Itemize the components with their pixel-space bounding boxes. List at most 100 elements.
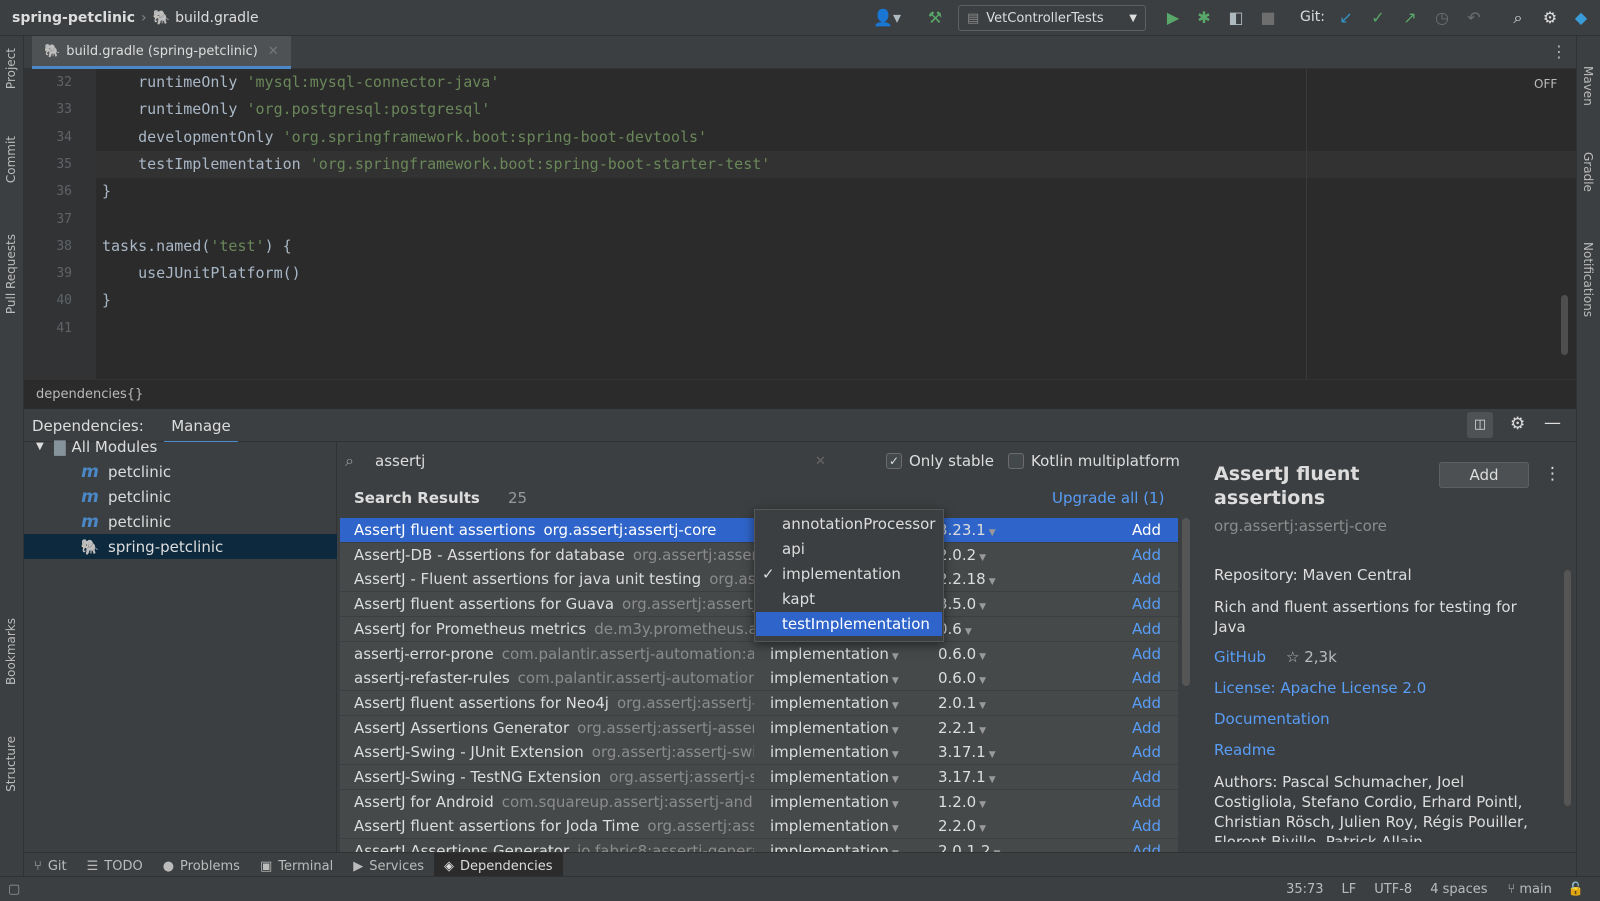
add-dependency-button[interactable]: Add [1132,669,1161,687]
configuration-select[interactable]: implementation▼ [770,768,899,786]
tree-item-module[interactable]: m petclinic [24,484,337,509]
version-select[interactable]: 3.5.0 ▼ [938,595,986,613]
add-dependency-button[interactable]: Add [1132,694,1161,712]
gear-icon[interactable]: ⚙ [1540,8,1560,28]
version-select[interactable]: 2.2.0 ▼ [938,817,986,835]
readme-link[interactable]: Readme [1214,741,1276,759]
result-row[interactable]: assertj-refaster-rules com.palantir.asser… [340,666,1178,692]
results-scrollbar[interactable] [1182,518,1190,686]
configuration-select[interactable]: implementation▼ [770,793,899,811]
debug-icon[interactable]: ✱ [1194,8,1214,28]
close-icon[interactable]: ✕ [268,44,279,59]
indent-setting[interactable]: 4 spaces [1430,882,1487,897]
configuration-select[interactable]: implementation▼ [770,645,899,663]
version-select[interactable]: 2.2.1 ▼ [938,719,986,737]
run-configuration-select[interactable]: ▤ VetControllerTests ▼ [958,5,1146,31]
add-dependency-button[interactable]: Add [1132,570,1161,588]
add-dependency-button[interactable]: Add [1132,546,1161,564]
breadcrumb-file[interactable]: build.gradle [175,10,259,26]
more-options-icon[interactable]: ⋮ [1544,464,1561,484]
documentation-link[interactable]: Documentation [1214,710,1330,728]
layout-icon[interactable]: ▢ [8,882,20,897]
clear-search-icon[interactable]: ✕ [815,454,826,469]
add-dependency-button[interactable]: Add [1132,768,1161,786]
tree-item-all-modules[interactable]: ▼ ▇ All Modules [24,434,337,459]
result-row[interactable]: AssertJ fluent assertions for Neo4j org.a… [340,690,1178,716]
version-select[interactable]: 3.17.1 ▼ [938,768,996,786]
popup-item-implementation[interactable]: ✓ implementation [756,562,942,586]
search-icon[interactable]: ⌕ [1508,8,1528,28]
version-select[interactable]: 1.2.0 ▼ [938,793,986,811]
notifications-tool-button[interactable]: Notifications [1581,242,1595,317]
configuration-select[interactable]: implementation▼ [770,743,899,761]
maven-tool-button[interactable]: Maven [1581,66,1595,106]
git-update-icon[interactable]: ↙ [1336,8,1356,28]
add-dependency-button[interactable]: Add [1132,521,1161,539]
add-dependency-button[interactable]: Add [1132,595,1161,613]
gear-icon[interactable]: ⚙ [1510,414,1525,434]
result-row[interactable]: assertj-error-prone com.palantir.assertj-… [340,641,1178,667]
tree-item-module[interactable]: m petclinic [24,509,337,534]
pull-requests-tool-button[interactable]: Pull Requests [4,234,18,314]
build-hammer-icon[interactable]: ⚒ [924,8,946,28]
result-row[interactable]: AssertJ for Android com.squareup.assertj:… [340,789,1178,815]
license-link[interactable]: License: Apache License 2.0 [1214,679,1426,697]
version-select[interactable]: 2.0.2 ▼ [938,546,986,564]
file-encoding[interactable]: UTF-8 [1374,882,1412,897]
add-dependency-button[interactable]: Add [1132,743,1161,761]
only-stable-checkbox[interactable]: ✓ Only stable [886,452,994,470]
git-push-icon[interactable]: ↗ [1400,8,1420,28]
inspection-off-label[interactable]: OFF [1534,77,1557,91]
stop-icon[interactable]: ■ [1258,8,1278,28]
result-row[interactable]: AssertJ-Swing - JUnit Extension org.asser… [340,740,1178,766]
version-select[interactable]: 0.6.0 ▼ [938,645,986,663]
run-icon[interactable]: ▶ [1163,8,1183,28]
version-select[interactable]: 2.2.18 ▼ [938,570,996,588]
configuration-select[interactable]: implementation▼ [770,694,899,712]
editor-code-area[interactable]: 32 runtimeOnly 'mysql:mysql-connector-ja… [24,69,1576,379]
kotlin-multiplatform-checkbox[interactable]: Kotlin multiplatform [1008,452,1180,470]
popup-item-kapt[interactable]: kapt [756,587,942,611]
popup-item-api[interactable]: api [756,537,942,561]
commit-tool-button[interactable]: Commit [4,136,18,183]
caret-position[interactable]: 35:73 [1286,882,1323,897]
configuration-select[interactable]: implementation▼ [770,669,899,687]
search-input[interactable]: assertj [375,452,815,470]
details-add-button[interactable]: Add [1439,462,1529,488]
minimize-icon[interactable]: — [1544,413,1561,433]
editor-tab-build-gradle[interactable]: 🐘 build.gradle (spring-petclinic) ✕ [32,36,291,69]
git-commit-icon[interactable]: ✓ [1368,8,1388,28]
rollback-icon[interactable]: ↶ [1464,8,1484,28]
line-separator[interactable]: LF [1342,882,1357,897]
version-select[interactable]: 3.23.1 ▼ [938,521,996,539]
tree-item-module-selected[interactable]: 🐘 spring-petclinic [24,534,337,559]
structure-tool-button[interactable]: Structure [4,736,18,792]
version-select[interactable]: 3.17.1 ▼ [938,743,996,761]
configuration-select[interactable]: implementation▼ [770,817,899,835]
layout-toggle-icon[interactable]: ◫ [1467,412,1493,438]
add-dependency-button[interactable]: Add [1132,793,1161,811]
popup-item-annotationprocessor[interactable]: annotationProcessor [756,512,942,536]
editor-breadcrumb[interactable]: dependencies{} [24,379,1576,409]
result-row[interactable]: AssertJ Assertions Generator org.assertj:… [340,715,1178,741]
popup-item-testimplementation[interactable]: testImplementation [756,612,942,636]
history-icon[interactable]: ◷ [1432,8,1452,28]
details-scrollbar[interactable] [1564,570,1571,806]
add-dependency-button[interactable]: Add [1132,620,1161,638]
breadcrumb-project[interactable]: spring-petclinic [12,10,135,26]
editor-scrollbar[interactable] [1561,295,1568,355]
gradle-tool-button[interactable]: Gradle [1581,152,1595,192]
configuration-select[interactable]: implementation▼ [770,719,899,737]
ide-logo-icon[interactable]: ◆ [1570,8,1592,28]
tree-item-module[interactable]: m petclinic [24,459,337,484]
result-row[interactable]: AssertJ-Swing - TestNG Extension org.asse… [340,765,1178,790]
result-row[interactable]: AssertJ fluent assertions for Joda Time o… [340,814,1178,840]
version-select[interactable]: 0.6.0 ▼ [938,669,986,687]
project-tool-button[interactable]: Project [4,48,18,89]
github-link[interactable]: GitHub [1214,648,1266,666]
more-options-icon[interactable]: ⋮ [1551,42,1567,61]
upgrade-all-link[interactable]: Upgrade all (1) [1052,489,1164,507]
user-icon[interactable]: 👤▾ [870,8,904,28]
add-dependency-button[interactable]: Add [1132,817,1161,835]
version-select[interactable]: 2.0.1 ▼ [938,694,986,712]
